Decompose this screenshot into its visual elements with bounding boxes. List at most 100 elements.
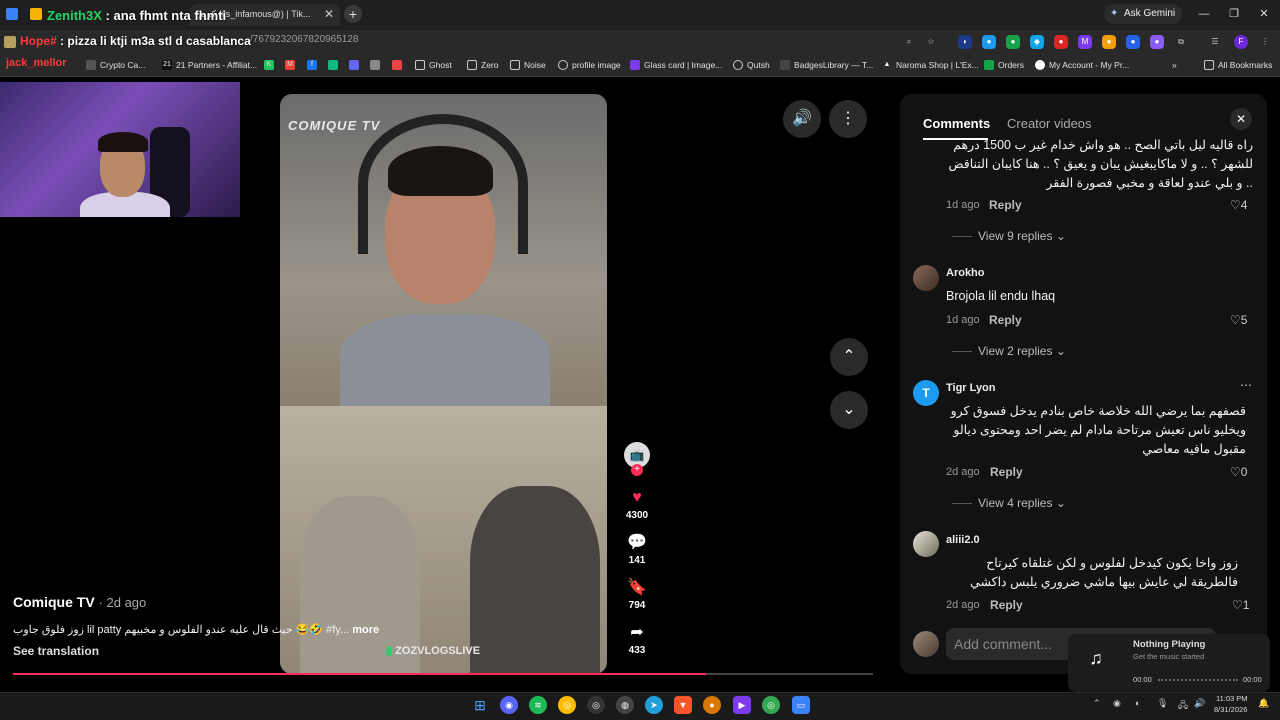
spotify-icon[interactable]: ≋ [529,696,547,714]
bookmark-item[interactable]: Crypto Ca... [86,60,145,70]
bookmark-item[interactable]: My Account - My Pr... [1035,60,1129,70]
tab-creator-videos[interactable]: Creator videos [1007,116,1092,131]
extension-icon[interactable]: ● [1054,35,1068,49]
chrome-icon[interactable]: ◎ [558,696,576,714]
bookmark-item[interactable]: profile image [558,60,621,70]
like-button[interactable]: ♥ 4300 [617,488,657,521]
address-bar[interactable]: /7679232067820965128 [250,34,358,45]
view-replies-button[interactable]: View 2 replies ⌄ [952,344,1066,358]
avatar[interactable] [913,531,939,557]
new-tab-button[interactable]: + [344,5,362,23]
close-window-icon[interactable]: ✕ [1256,6,1272,22]
extension-icon[interactable]: ● [1126,35,1140,49]
bookmark-item[interactable]: Noise [510,60,546,70]
comment-like-count: 1 [1242,598,1250,612]
windows-start-icon[interactable]: ⊞ [471,696,489,714]
avatar[interactable]: T [913,380,939,406]
heart-icon: ♥ [632,489,642,506]
caption-more-link[interactable]: more [352,624,379,636]
reply-button[interactable]: Reply [989,198,1022,212]
bookmark-item[interactable]: Ghost [415,60,452,70]
extension-icon[interactable]: ● [982,35,996,49]
notification-icon[interactable]: 🔔 [1258,698,1269,709]
extension-icon[interactable]: ◆ [1030,35,1044,49]
close-icon[interactable]: ✕ [1230,108,1252,130]
comment-like[interactable]: ♡4 [1230,198,1247,212]
restore-icon[interactable]: ❐ [1226,6,1242,22]
tab-comments[interactable]: Comments [923,116,990,131]
extension-icon[interactable]: ● [1006,35,1020,49]
clock-time[interactable]: 11:03 PM [1216,694,1248,703]
bookmark-item[interactable]: 21 21 Partners - Affiliat... [162,60,257,70]
extension-icon[interactable]: M [1078,35,1092,49]
bookmark-item[interactable]: ▲ Naroma Shop | L'Ex... [882,60,979,70]
bookmark-item[interactable]: BadgesLibrary — T... [780,60,873,70]
bookmark-item[interactable]: Glass card | Image... [630,60,722,70]
avatar[interactable] [913,265,939,291]
next-video-button[interactable]: ⌄ [830,391,868,429]
more-bookmarks-icon[interactable]: » [1172,60,1177,70]
minimize-icon[interactable]: — [1196,6,1212,22]
zoom-icon[interactable]: ⌕ [902,35,916,49]
tab-close-icon[interactable]: ✕ [322,7,336,21]
app-icon[interactable]: ▶ [733,696,751,714]
reply-button[interactable]: Reply [990,465,1023,479]
window-icon[interactable] [6,8,18,20]
bookmark-item[interactable]: Orders [984,60,1024,70]
bookmark-icon [392,60,402,70]
chrome-icon[interactable]: ◎ [762,696,780,714]
save-button[interactable]: 🔖 794 [617,578,657,611]
view-replies-label: View 2 replies [978,344,1053,358]
creator-avatar[interactable]: 📺 + [617,442,657,476]
music-progress[interactable] [1158,679,1238,681]
volume-tray-icon[interactable]: 🔊 [1194,698,1205,709]
brave-icon[interactable]: ▼ [674,696,692,714]
app-icon[interactable]: ● [703,696,721,714]
all-bookmarks[interactable]: All Bookmarks [1204,60,1272,70]
reply-button[interactable]: Reply [989,313,1022,327]
extension-icon[interactable]: ● [1150,35,1164,49]
comment-like[interactable]: ♡5 [1230,313,1247,327]
view-replies-button[interactable]: View 4 replies ⌄ [952,496,1066,510]
profile-avatar[interactable]: F [1234,35,1248,49]
extension-icon[interactable]: ● [1102,35,1116,49]
prev-video-button[interactable]: ⌃ [830,338,868,376]
tray-icon[interactable]: ◉ [1113,698,1121,709]
comment-like[interactable]: ♡1 [1232,598,1249,612]
tab-search-icon[interactable]: ☰ [1208,35,1222,49]
telegram-icon[interactable]: ➤ [645,696,663,714]
clock-date[interactable]: 8/31/2026 [1214,705,1247,714]
see-translation-link[interactable]: See translation [13,644,99,658]
volume-icon[interactable]: 🔊 [783,100,821,138]
author-name[interactable]: Comique TV [13,594,95,610]
ask-gemini-button[interactable]: ✦ Ask Gemini [1104,4,1182,24]
menu-icon[interactable]: ⋮ [1258,35,1272,49]
comment-username[interactable]: aliii2.0 [946,534,980,546]
app-icon[interactable]: ▭ [792,696,810,714]
comment-more-icon[interactable]: ⋯ [1240,378,1252,392]
network-icon[interactable]: 🖧 [1178,698,1188,714]
more-options-icon[interactable]: ⋮ [829,100,867,138]
follow-plus-icon[interactable]: + [631,464,643,476]
share-button[interactable]: ➦ 433 [617,623,657,656]
star-icon[interactable]: ☆ [924,35,938,49]
bookmark-item[interactable]: Zero [467,60,498,70]
obs-icon[interactable]: ◍ [616,696,634,714]
comment-username[interactable]: Arokho [946,267,985,279]
discord-icon[interactable]: ◉ [500,696,518,714]
puzzle-icon[interactable]: ⧉ [1174,35,1188,49]
comment-button[interactable]: 💬 141 [617,533,657,566]
app-icon[interactable]: ◎ [587,696,605,714]
tray-chevron-icon[interactable]: ⌃ [1093,698,1101,709]
comment-time: 1d ago [946,314,980,326]
comment-like[interactable]: ♡0 [1230,465,1247,479]
video-player[interactable]: COMIQUE TV ▮ ZOZVLOGSLIVE [280,94,607,674]
comment-username[interactable]: Tigr Lyon [946,382,996,394]
extension-icon[interactable]: ◗ [958,35,972,49]
mic-icon[interactable]: 🎙 [1157,698,1168,709]
tray-icon[interactable]: ◐ [1135,698,1140,708]
reply-button[interactable]: Reply [990,598,1023,612]
bookmark-item[interactable]: Qutsh [733,60,770,70]
bookmark-icon [780,60,790,70]
view-replies-button[interactable]: View 9 replies ⌄ [952,229,1066,243]
